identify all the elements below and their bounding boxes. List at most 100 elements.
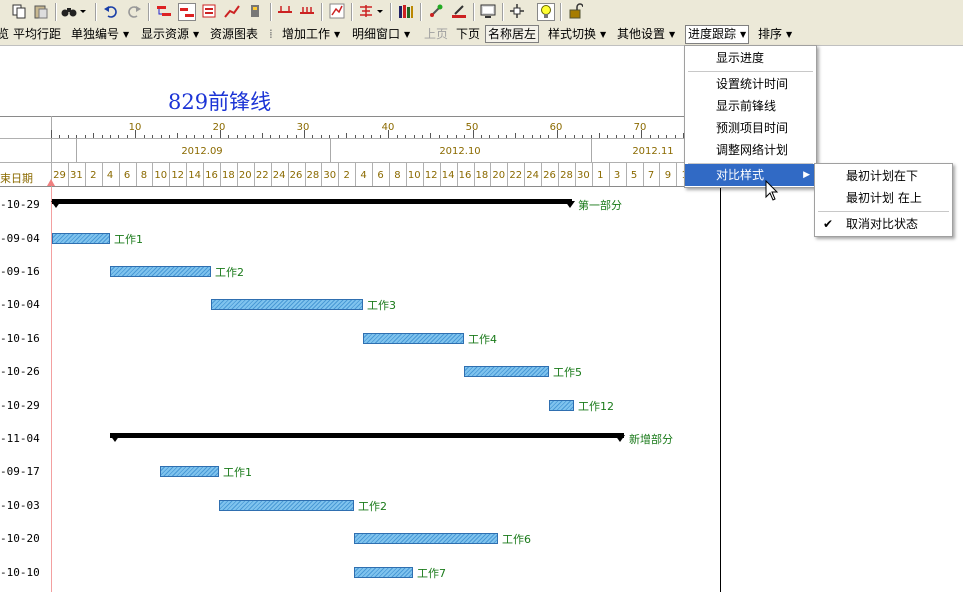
menu-item-add-work[interactable]: 增加工作 ▼ [282,27,340,42]
monitor-icon[interactable] [480,3,496,19]
scale-tick [421,135,423,138]
menu-set-stat-time[interactable]: 设置统计时间 [685,73,816,95]
find-binoculars-icon[interactable] [61,3,77,19]
day-label: 14 [188,170,201,181]
summary-bar[interactable] [52,199,572,204]
chevron-down-icon[interactable] [376,3,384,19]
align-icon[interactable] [358,3,374,19]
menu-item-other-settings[interactable]: 其他设置 ▼ [617,27,675,42]
scale-tick [169,135,170,138]
menu-item-name-left[interactable]: 名称居左 [485,25,540,43]
menu-original-above[interactable]: 最初计划 在上 [815,187,952,209]
menu-compare-style[interactable]: 对比样式 ▶ [685,164,816,186]
day-divider [439,162,441,186]
chevron-down-icon[interactable] [79,3,87,19]
task-list-icon[interactable] [201,3,217,19]
menu-show-progress[interactable]: 显示进度 [685,47,816,69]
redo-icon[interactable] [126,3,142,19]
task-bar[interactable] [160,466,219,477]
copy-icon[interactable] [11,3,27,19]
menu-item-show-resource[interactable]: 显示资源 ▼ [141,27,199,42]
scale-tick [539,135,541,138]
scale-tick [658,135,659,138]
menu-item-prev-page[interactable]: 上页 [424,27,448,41]
resource-icon[interactable] [247,3,263,19]
books-icon[interactable] [398,3,414,19]
task-bar[interactable] [464,366,549,377]
scale-tick [582,135,584,138]
scale-tick [270,135,272,138]
edit-icon[interactable] [451,3,467,19]
chevron-down-icon: ▼ [334,29,341,39]
scale-tick [312,135,314,138]
menu-item-style-switch[interactable]: 样式切换 ▼ [548,27,606,42]
scale-tick [337,135,339,138]
trend-line-icon[interactable] [224,3,240,19]
merge-icon[interactable] [299,3,315,19]
month-label: 2012.11 [632,146,674,157]
day-label: 12 [424,170,438,181]
scale-tick [295,135,297,138]
day-label: 10 [154,170,168,181]
scale-tick [447,135,449,138]
scale-tick [253,135,255,138]
task-bar[interactable] [354,567,413,578]
lightbulb-icon[interactable] [537,3,555,21]
day-divider [338,162,340,186]
menu-item-progress-tracking[interactable]: 进度跟踪 ▼ [685,25,750,44]
menu-strip: 览 平均行距 单独编号 ▼ 显示资源 ▼ 资源图表 ⁞ 增加工作 ▼ 明细窗口 ▼ 上页… [0,24,963,46]
scale-tick [118,135,120,138]
menu-predict-time[interactable]: 预测项目时间 [685,117,816,139]
menu-original-below[interactable]: 最初计划在下 [815,165,952,187]
undo-icon[interactable] [103,3,119,19]
menu-adjust-network[interactable]: 调整网络计划 [685,139,816,161]
link-task-icon[interactable] [156,3,172,19]
unlock-icon[interactable] [567,3,584,19]
task-bar[interactable] [363,333,464,344]
day-divider [253,162,255,186]
network-icon[interactable] [509,3,525,19]
task-bar[interactable] [549,400,574,411]
task-bar[interactable] [52,233,110,244]
day-label: 16 [205,170,218,181]
today-line [51,187,52,592]
unlink-task-icon[interactable] [178,3,196,21]
menu-item-resource-chart[interactable]: 资源图表 [210,27,258,41]
scale-tick [152,135,154,138]
day-label: 2 [90,170,97,181]
chart-icon[interactable] [329,3,345,19]
menu-item-average-spacing[interactable]: 平均行距 [13,27,61,41]
task-bar[interactable] [354,533,498,544]
menu-item-numbering[interactable]: 单独编号 ▼ [71,27,129,42]
day-divider [372,162,374,186]
menu-show-frontline[interactable]: 显示前锋线 [685,95,816,117]
task-bar[interactable] [211,299,363,310]
day-label: 16 [458,170,472,181]
row-date: -10-26 [0,365,40,378]
split-icon[interactable] [277,3,293,19]
scale-tick [101,135,103,138]
task-bar[interactable] [110,266,211,277]
menu-cancel-compare[interactable]: ✔ 取消对比状态 [815,213,952,235]
row-label: 工作6 [502,533,531,546]
summary-bar[interactable] [110,433,624,438]
row-date: -10-03 [0,499,40,512]
menu-item-detail-window[interactable]: 明细窗口 ▼ [352,27,410,42]
day-divider [405,162,407,186]
tools-icon[interactable] [428,3,444,19]
menu-item-sort[interactable]: 排序 ▼ [758,27,792,42]
row-date: -10-16 [0,332,40,345]
row-label: 工作3 [367,299,396,312]
day-label: 24 [272,170,286,181]
grip-icon: ⁞ [269,27,273,41]
scale-tick [261,133,263,138]
task-bar[interactable] [219,500,354,511]
day-label: 31 [70,170,83,181]
day-divider [456,162,458,186]
chevron-down-icon: ▼ [123,29,130,39]
paste-icon[interactable] [33,3,49,19]
scale-number: 10 [128,122,142,133]
menu-item-next-page[interactable]: 下页 [456,27,480,41]
day-label: 10 [407,170,421,181]
scale-tick [607,135,609,138]
